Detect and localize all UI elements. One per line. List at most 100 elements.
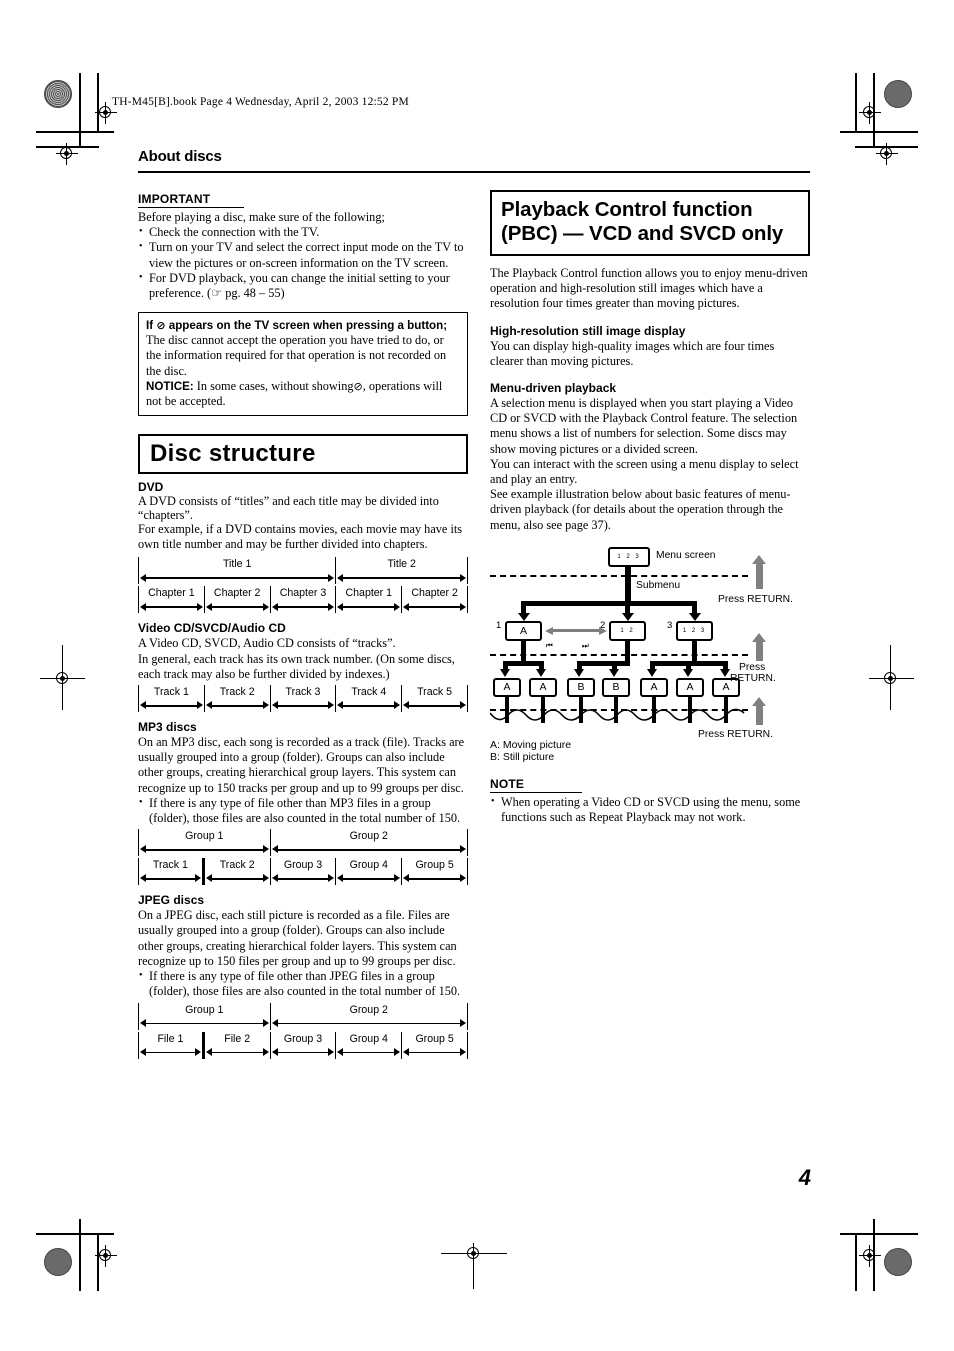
diagram-cell-label: Group 2 <box>349 1003 388 1016</box>
press-return-label-2-line2: RETURN. <box>730 672 776 684</box>
dashed-divider-2 <box>490 653 748 656</box>
diagram-cell-label: Group 1 <box>185 1003 224 1016</box>
press-return-arrow-3 <box>752 696 767 725</box>
page-title: About discs <box>138 148 222 165</box>
diagram-cell: Chapter 2 <box>205 586 271 614</box>
crop-mark-top-right-h <box>840 131 918 133</box>
level2-node-2: 1 2 <box>609 620 646 641</box>
connector-arrow-2b2 <box>609 668 619 677</box>
press-return-label-3: Press RETURN. <box>698 728 773 740</box>
connector-arrow-2b1 <box>574 668 584 677</box>
level3-node-6-label: A <box>686 681 694 694</box>
menu-screen-label: Menu screen <box>656 549 716 561</box>
mp3-item-row: Track 1 Track 2 Group 3 Group 4 Group 5 <box>138 858 468 886</box>
level3-node-2-label: A <box>539 681 547 694</box>
cd-track-row: Track 1 Track 2 Track 3 Track 4 Track 5 <box>138 685 468 713</box>
diagram-cell: Track 4 <box>336 685 403 713</box>
notice-extra: NOTICE: In some cases, without showing⊘,… <box>146 379 460 409</box>
connector-arrow-1c <box>689 612 701 621</box>
diagram-cell-label: Track 1 <box>153 686 189 699</box>
left-column: IMPORTANT Before playing a disc, make su… <box>138 190 468 1059</box>
connector-arrow-2c2 <box>683 668 693 677</box>
page-title-rule <box>138 171 810 173</box>
dvd-text-1: A DVD consists of “titles” and each titl… <box>138 494 439 522</box>
diagram-cell-label: Chapter 2 <box>213 587 261 600</box>
menu-driven-heading: Menu-driven playback <box>490 381 617 396</box>
diagram-cell-label: Chapter 3 <box>279 587 327 600</box>
registration-circle-top-right <box>884 80 912 108</box>
pbc-illustration: 1 2 3 Menu screen Submenu 1 A 2 1 2 3 1 … <box>490 541 810 763</box>
menu-driven-text-1: A selection menu is displayed when you s… <box>490 396 798 456</box>
stem-5 <box>652 696 656 723</box>
registration-circle-bottom-right <box>884 1248 912 1276</box>
menu-screen-node: 1 2 3 <box>608 546 650 567</box>
diagram-cell: Chapter 1 <box>139 586 205 614</box>
cd-text-1: A Video CD, SVCD, Audio CD consists of “… <box>138 636 396 651</box>
level3-node-1-label: A <box>503 681 511 694</box>
jpeg-heading: JPEG discs <box>138 893 205 908</box>
level2-node-2-label: 1 2 <box>620 627 635 634</box>
level3-node-5: A <box>640 677 668 697</box>
level2-node-1: A <box>505 620 542 641</box>
crop-mark-right-middle-h <box>869 678 914 680</box>
diagram-cell: Group 1 <box>139 1002 271 1030</box>
level3-node-4-label: B <box>612 681 620 694</box>
connector-trunk-1 <box>625 566 631 605</box>
disc-structure-title: Disc structure <box>150 440 316 468</box>
diagram-cell: Group 2 <box>271 1002 468 1030</box>
list-item: When operating a Video CD or SVCD using … <box>490 794 810 825</box>
registration-target-bottom-right <box>859 1245 881 1267</box>
diagram-cell-label: Group 5 <box>415 1032 454 1045</box>
page-number: 4 <box>798 1165 811 1190</box>
connector-arrow-2c3 <box>720 668 730 677</box>
crop-mark-top-left-h <box>36 131 114 133</box>
cd-text-2: In general, each track has its own track… <box>138 651 455 681</box>
registration-target-top-right <box>859 102 881 124</box>
jpeg-diagram: Group 1 Group 2 File 1 File 2 Group 3 Gr… <box>138 1002 468 1059</box>
diagram-cell: Track 1 <box>139 685 205 713</box>
crop-mark-bottom-center-v <box>473 1253 475 1289</box>
important-heading: IMPORTANT <box>138 192 245 208</box>
disc-structure-section-box: Disc structure <box>138 434 468 475</box>
connector-arrow-2a2 <box>536 668 546 677</box>
crop-mark-bottom-left-v <box>79 1219 81 1291</box>
diagram-cell: Title 2 <box>336 557 468 585</box>
diagram-cell-label: Group 3 <box>283 1032 323 1045</box>
diagram-cell-label: Group 2 <box>349 830 388 843</box>
diagram-cell-label: Track 2 <box>219 859 255 872</box>
diagram-cell: Track 1 <box>139 858 205 886</box>
level3-node-3: B <box>567 677 595 697</box>
level3-node-1: A <box>493 677 521 697</box>
diagram-cell: Group 4 <box>336 1031 403 1059</box>
connector-bus-2b <box>577 660 630 666</box>
diagram-cell-label: Group 5 <box>415 859 454 872</box>
diagram-cell-label: Track 5 <box>417 686 453 699</box>
crop-mark-top-left-v <box>79 73 81 148</box>
connector-bus-2a <box>503 660 544 666</box>
menu-screen-node-label: 1 2 3 <box>617 553 641 560</box>
level2-number-3: 3 <box>667 619 673 631</box>
jpeg-text-1: On a JPEG disc, each still picture is re… <box>138 908 457 968</box>
diagram-cell: Group 5 <box>402 1031 468 1059</box>
registration-target-top-right-2 <box>876 143 898 165</box>
skip-arrow <box>545 626 607 635</box>
prohibition-icon-2: ⊘ <box>353 379 363 393</box>
cd-heading: Video CD/SVCD/Audio CD <box>138 621 286 636</box>
diagram-cell-label: File 1 <box>157 1032 184 1045</box>
diagram-cell: Track 5 <box>402 685 468 713</box>
diagram-cell-label: Track 4 <box>351 686 387 699</box>
connector-arrow-1b <box>622 612 634 621</box>
diagram-cell: Chapter 3 <box>271 586 337 614</box>
dvd-diagram: Title 1 Title 2 Chapter 1 Chapter 2 Chap… <box>138 557 468 614</box>
dashed-divider-1 <box>490 574 748 577</box>
diagram-cell-label: Chapter 1 <box>345 587 393 600</box>
cd-diagram: Track 1 Track 2 Track 3 Track 4 Track 5 <box>138 685 468 713</box>
dvd-title-row: Title 1 Title 2 <box>138 557 468 585</box>
press-return-label-1: Press RETURN. <box>718 593 793 605</box>
dvd-chapter-row: Chapter 1 Chapter 2 Chapter 3 Chapter 1 … <box>138 586 468 614</box>
hires-heading: High-resolution still image display <box>490 323 686 338</box>
diagram-cell: Track 2 <box>205 858 271 886</box>
dvd-heading: DVD <box>138 480 164 495</box>
diagram-cell: Group 5 <box>402 858 468 886</box>
connector-bus-1 <box>521 600 697 606</box>
